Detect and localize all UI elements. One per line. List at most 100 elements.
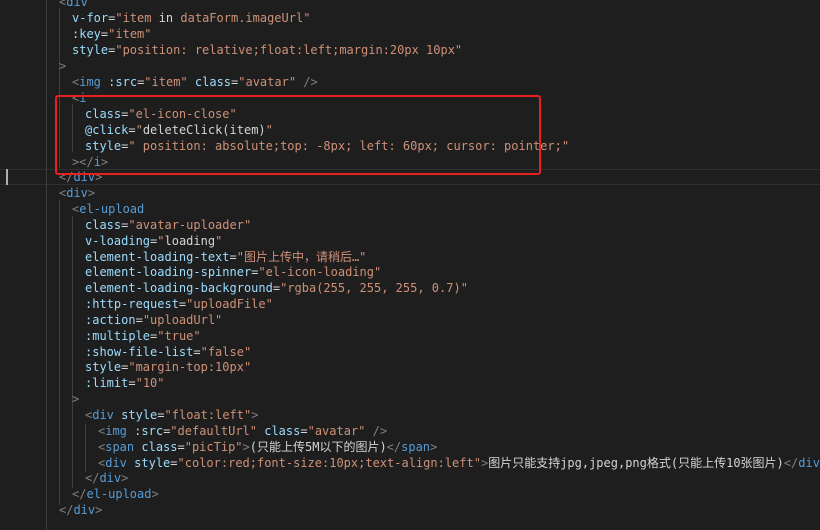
code-editor[interactable]: <div v-for="item in dataForm.imageUrl" :… <box>0 0 820 530</box>
code-line[interactable]: <div> <box>0 185 95 201</box>
code-line[interactable]: style="margin-top:10px" <box>0 359 251 375</box>
code-text: 图片只能支持jpg,jpeg,png格式(只能上传10张图片) <box>488 456 784 470</box>
code-tag-name: div <box>92 408 114 422</box>
code-string: "margin-top:10px" <box>128 360 252 374</box>
code-line[interactable]: :multiple="true" <box>0 328 201 344</box>
code-attribute: style <box>85 360 122 374</box>
code-attribute: :show-file-list <box>85 345 194 359</box>
code-punctuation: </ <box>72 487 87 501</box>
code-punctuation: > <box>59 59 67 73</box>
code-text: loading <box>164 234 216 248</box>
code-line[interactable]: <img :src="item" class="avatar" /> <box>0 74 318 90</box>
code-string: "rgba(255, 255, 255, 0.7)" <box>280 281 468 295</box>
code-line[interactable]: <img :src="defaultUrl" class="avatar" /> <box>0 423 387 439</box>
code-punctuation: > <box>121 471 129 485</box>
code-attribute: :key <box>72 27 101 41</box>
code-text: = <box>177 440 185 454</box>
code-string: "item" <box>144 75 188 89</box>
code-punctuation: > <box>87 186 96 200</box>
code-tag-name: el-upload <box>79 202 145 216</box>
code-line[interactable]: <el-upload <box>0 201 144 217</box>
code-text: = <box>300 424 308 438</box>
code-attribute: v-for <box>72 11 109 25</box>
code-attribute: :action <box>85 313 136 327</box>
code-string: "avatar-uploader" <box>128 218 252 232</box>
code-tag-name: img <box>79 75 101 89</box>
code-line[interactable]: :action="uploadUrl" <box>0 312 222 328</box>
code-string: "item" <box>108 27 152 41</box>
code-line[interactable]: <span class="picTip">(只能上传5M以下的图片)</span… <box>0 439 437 455</box>
code-punctuation: </ <box>59 503 74 517</box>
code-line[interactable]: element-loading-background="rgba(255, 25… <box>0 280 468 296</box>
annotation-highlight-box <box>55 95 541 175</box>
code-line[interactable]: > <box>0 391 79 407</box>
code-string: "10" <box>135 376 165 390</box>
code-line[interactable]: :http-request="uploadFile" <box>0 296 273 312</box>
code-line[interactable]: style="position: relative;float:left;mar… <box>0 42 462 58</box>
code-line[interactable]: class="avatar-uploader" <box>0 217 251 233</box>
code-string: "false" <box>200 345 252 359</box>
code-line[interactable]: :limit="10" <box>0 375 165 391</box>
code-text: = <box>229 250 237 264</box>
code-string: "true" <box>157 329 201 343</box>
code-punctuation: </ <box>783 456 799 470</box>
code-line[interactable]: </div> <box>0 470 128 486</box>
code-string: "defaultUrl" <box>170 424 257 438</box>
code-punctuation: </ <box>85 471 100 485</box>
code-tag-name: div <box>66 0 88 9</box>
code-attribute: :limit <box>85 376 129 390</box>
code-text: = <box>135 313 143 327</box>
code-string: "图片上传中，请稍后…" <box>236 250 367 264</box>
code-text: = <box>170 456 178 470</box>
code-attribute: v-loading <box>85 234 151 248</box>
code-attribute: :http-request <box>85 297 179 311</box>
code-text: in <box>151 11 181 25</box>
code-tag-name: div <box>99 471 122 485</box>
code-line[interactable]: element-loading-spinner="el-icon-loading… <box>0 264 381 280</box>
code-line[interactable]: element-loading-text="图片上传中，请稍后…" <box>0 249 366 265</box>
code-attribute: :src <box>108 75 138 89</box>
code-tag-name: div <box>66 186 88 200</box>
code-string: dataForm.imageUrl" <box>180 11 311 25</box>
code-string: "avatar" <box>307 424 366 438</box>
code-attribute: style <box>134 456 171 470</box>
code-tag-name: span <box>105 440 135 454</box>
code-tag-name: img <box>105 424 127 438</box>
code-line[interactable]: <div <box>0 0 88 10</box>
code-attribute: :src <box>134 424 164 438</box>
code-tag-name: div <box>73 503 96 517</box>
code-string: "picTip" <box>184 440 243 454</box>
code-string: "avatar" <box>238 75 297 89</box>
code-line[interactable]: </div> <box>0 502 102 518</box>
code-tag-name: span <box>401 440 431 454</box>
code-string: "item <box>115 11 152 25</box>
code-text: = <box>272 281 281 295</box>
code-attribute: class <box>194 75 232 89</box>
code-line[interactable]: > <box>0 58 66 74</box>
code-line[interactable]: </el-upload> <box>0 486 159 502</box>
code-line[interactable]: <div style="float:left"> <box>0 407 258 423</box>
code-punctuation: > <box>251 408 259 422</box>
code-attribute: :multiple <box>85 329 151 343</box>
code-line[interactable]: :show-file-list="false" <box>0 344 251 360</box>
code-punctuation: > <box>430 440 438 454</box>
code-punctuation: /> <box>372 424 388 438</box>
code-string: "color:red;font-size:10px;text-align:lef… <box>177 456 481 470</box>
code-punctuation: /> <box>303 75 318 89</box>
code-line[interactable]: :key="item" <box>0 26 152 42</box>
code-attribute: style <box>72 43 109 57</box>
code-punctuation: > <box>242 440 250 454</box>
code-string: " <box>157 234 165 248</box>
code-text: (只能上传5M以下的图片) <box>249 440 387 454</box>
code-attribute: element-loading-text <box>85 250 230 264</box>
code-string: "uploadFile" <box>186 297 273 311</box>
code-tag-name: div <box>798 456 820 470</box>
code-string: "float:left" <box>164 408 252 422</box>
code-line[interactable]: v-loading="loading" <box>0 233 222 249</box>
code-attribute: element-loading-background <box>85 281 273 295</box>
code-line[interactable]: <div style="color:red;font-size:10px;tex… <box>0 455 820 471</box>
code-attribute: class <box>85 218 122 232</box>
code-line[interactable]: v-for="item in dataForm.imageUrl" <box>0 10 310 26</box>
code-tag-name: div <box>105 456 127 470</box>
